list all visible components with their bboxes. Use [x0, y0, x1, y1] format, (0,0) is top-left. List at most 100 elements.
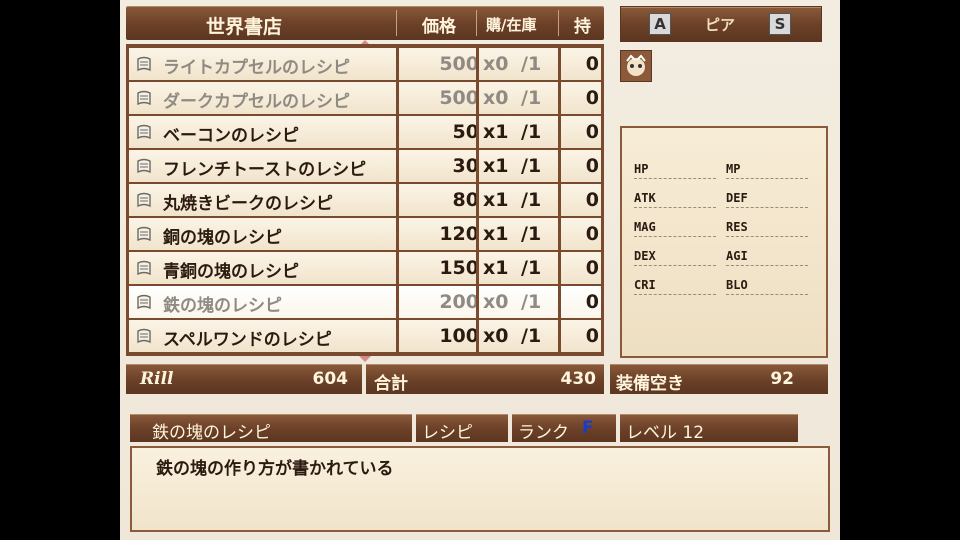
info-category: レシピ	[422, 423, 473, 443]
item-buy-count: x1	[483, 223, 509, 245]
stat-underline	[726, 236, 808, 237]
item-buy-count: x0	[483, 87, 509, 109]
item-name: 青銅の塊のレシピ	[163, 262, 299, 282]
equip-slots-bar: 装備空き 92	[610, 364, 828, 394]
item-row[interactable]: フレンチトーストのレシピ 30 x1/1 0	[129, 150, 601, 182]
stat-underline	[634, 207, 716, 208]
equip-slots-label: 装備空き	[616, 374, 684, 394]
equip-slots-value: 92	[770, 369, 794, 389]
stat-underline	[634, 294, 716, 295]
description-box: 鉄の塊の作り方が書かれている	[130, 446, 830, 532]
item-price: 500	[439, 53, 479, 75]
item-price: 200	[439, 291, 479, 313]
info-item-name: 鉄の塊のレシピ	[152, 423, 271, 443]
item-stock: /1	[521, 257, 542, 279]
column-divider	[476, 44, 479, 356]
item-owned: 0	[585, 325, 599, 347]
info-level: レベル 12	[626, 423, 705, 443]
shop-header: 世界書店 価格 購/在庫 持	[126, 6, 604, 40]
money-bar: Rill 604	[126, 364, 362, 394]
stat-underline	[726, 207, 808, 208]
item-name: 丸焼きビークのレシピ	[163, 194, 333, 214]
info-rank-value: F	[582, 418, 594, 438]
character-switch-bar: A ピア S	[620, 6, 822, 42]
item-row[interactable]: 青銅の塊のレシピ 150 x1/1 0	[129, 252, 601, 284]
item-row[interactable]: ダークカプセルのレシピ 500 x0/1 0	[129, 82, 601, 114]
recipe-scroll-icon	[137, 124, 151, 140]
recipe-scroll-icon	[137, 56, 151, 72]
key-s-button[interactable]: S	[769, 13, 791, 35]
stat-label-blo: BLO	[726, 278, 748, 292]
item-price: 150	[439, 257, 479, 279]
item-price: 80	[452, 189, 479, 211]
item-stock: /1	[521, 291, 542, 313]
item-row[interactable]: ベーコンのレシピ 50 x1/1 0	[129, 116, 601, 148]
game-screen: 世界書店 価格 購/在庫 持 ライトカプセルのレシピ 500 x0/1 0 ダークカプセ…	[120, 0, 840, 540]
item-buy-count: x1	[483, 121, 509, 143]
item-info-bar: 鉄の塊のレシピ レシピ ランク F レベル 12	[130, 414, 820, 444]
item-row[interactable]: ライトカプセルのレシピ 500 x0/1 0	[129, 48, 601, 80]
stat-label-def: DEF	[726, 191, 748, 205]
recipe-scroll-icon	[137, 158, 151, 174]
stats-panel: HP MP ATK DEF MAG RES DEX AGI CRI BLO	[620, 126, 828, 358]
character-avatar-icon[interactable]	[620, 50, 652, 82]
stat-underline	[634, 178, 716, 179]
item-stock: /1	[521, 121, 542, 143]
item-name: ライトカプセルのレシピ	[163, 58, 350, 78]
recipe-scroll-icon	[137, 90, 151, 106]
item-owned: 0	[585, 257, 599, 279]
own-column-header: 持	[574, 17, 591, 37]
stat-underline	[726, 294, 808, 295]
total-bar: 合計 430	[366, 364, 604, 394]
item-row[interactable]: 銅の塊のレシピ 120 x1/1 0	[129, 218, 601, 250]
item-buy-count: x1	[483, 189, 509, 211]
item-stock: /1	[521, 223, 542, 245]
item-owned: 0	[585, 189, 599, 211]
item-owned: 0	[585, 155, 599, 177]
item-buy-count: x1	[483, 257, 509, 279]
item-stock: /1	[521, 189, 542, 211]
item-name: スペルワンドのレシピ	[163, 330, 332, 350]
stat-underline	[726, 265, 808, 266]
item-name: ベーコンのレシピ	[163, 126, 299, 146]
item-buy-count: x1	[483, 155, 509, 177]
stat-label-mp: MP	[726, 162, 741, 176]
recipe-scroll-icon	[137, 260, 151, 276]
total-label: 合計	[374, 374, 408, 394]
rill-label: Rill	[140, 369, 174, 389]
stat-label-atk: ATK	[634, 191, 656, 205]
item-price: 30	[452, 155, 479, 177]
item-row[interactable]: スペルワンドのレシピ 100 x0/1 0	[129, 320, 601, 352]
item-stock: /1	[521, 155, 542, 177]
item-name: 鉄の塊のレシピ	[163, 296, 282, 316]
price-column-header: 価格	[422, 17, 456, 37]
item-row[interactable]: 鉄の塊のレシピ 200 x0/1 0	[129, 286, 601, 318]
item-price: 50	[452, 121, 479, 143]
total-value: 430	[560, 369, 597, 389]
item-stock: /1	[521, 53, 542, 75]
item-owned: 0	[585, 87, 599, 109]
recipe-scroll-icon	[137, 192, 151, 208]
info-rank-label: ランク	[518, 423, 569, 443]
item-stock: /1	[521, 325, 542, 347]
shop-title: 世界書店	[206, 16, 283, 38]
scroll-down-icon[interactable]	[359, 356, 371, 362]
item-row[interactable]: 丸焼きビークのレシピ 80 x1/1 0	[129, 184, 601, 216]
recipe-scroll-icon	[137, 294, 151, 310]
item-name: 銅の塊のレシピ	[163, 228, 282, 248]
stat-label-hp: HP	[634, 162, 649, 176]
stat-label-res: RES	[726, 220, 748, 234]
item-buy-count: x0	[483, 53, 509, 75]
item-price: 500	[439, 87, 479, 109]
column-divider	[558, 44, 561, 356]
buy-stock-column-header: 購/在庫	[486, 16, 537, 34]
item-name: フレンチトーストのレシピ	[163, 160, 367, 180]
recipe-scroll-icon	[137, 226, 151, 242]
item-owned: 0	[585, 291, 599, 313]
stat-underline	[726, 178, 808, 179]
key-a-button[interactable]: A	[649, 13, 671, 35]
item-buy-count: x0	[483, 325, 509, 347]
item-owned: 0	[585, 121, 599, 143]
stat-label-dex: DEX	[634, 249, 656, 263]
item-owned: 0	[585, 53, 599, 75]
